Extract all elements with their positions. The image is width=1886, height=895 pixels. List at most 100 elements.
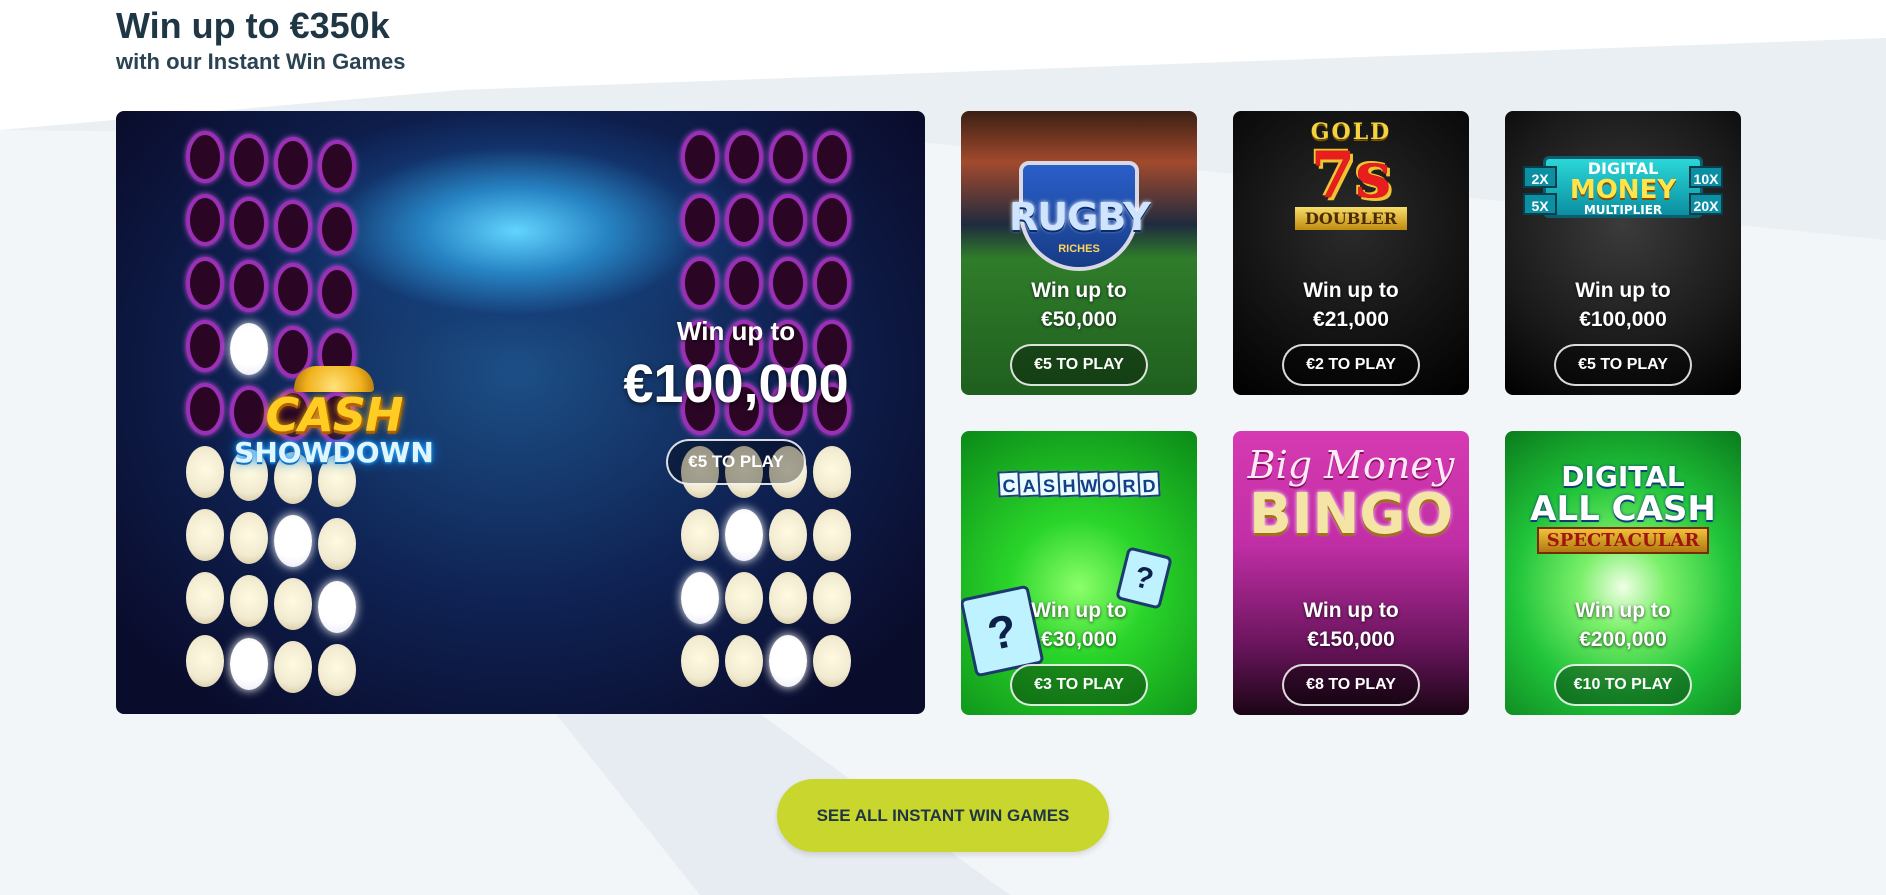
card-prize-info: Win up to €30,000 €3 TO PLAY: [961, 596, 1197, 706]
big-money-bingo-logo: Big Money BINGO: [1233, 443, 1469, 543]
stadium-light-dot: [769, 257, 807, 309]
stadium-light-dot: [186, 131, 224, 183]
rugby-logo-text: RUGBY: [1009, 195, 1151, 239]
spectacular-logo-text: SPECTACULAR: [1536, 527, 1710, 554]
card-win-label: Win up to: [1575, 599, 1671, 622]
card-prize-amount: €200,000: [1579, 628, 1667, 651]
card-play-button[interactable]: €5 TO PLAY: [1554, 344, 1692, 386]
card-prize-info: Win up to €150,000 €8 TO PLAY: [1233, 596, 1469, 706]
section-header: Win up to €350k with our Instant Win Gam…: [116, 4, 406, 76]
letter-tile: D: [1137, 470, 1161, 498]
game-card-cashword[interactable]: CASHWORD ? ? Win up to €30,000 €3 TO PLA…: [961, 431, 1197, 715]
sevens-logo-text: 7s: [1310, 138, 1392, 213]
bingo-logo-text: BINGO: [1249, 482, 1453, 547]
stadium-light-dot: [813, 194, 851, 246]
stadium-light-dot: [769, 131, 807, 183]
rugby-riches-logo: RUGBY RICHES: [961, 161, 1197, 271]
card-prize-info: Win up to €50,000 €5 TO PLAY: [961, 276, 1197, 386]
stadium-light-dot: [230, 134, 268, 186]
card-win-label: Win up to: [1575, 279, 1671, 302]
card-prize-info: Win up to €100,000 €5 TO PLAY: [1505, 276, 1741, 386]
card-win-label: Win up to: [1031, 279, 1127, 302]
hero-win-label: Win up to: [676, 316, 796, 346]
cash-showdown-logo: CASH SHOWDOWN: [224, 366, 444, 486]
stadium-light-dot: [725, 635, 763, 687]
card-play-button[interactable]: €5 TO PLAY: [1010, 344, 1148, 386]
hero-prize-amount: €100,000: [623, 354, 849, 414]
stadium-light-dot: [318, 140, 356, 192]
big-money-logo-text: Big Money: [1247, 443, 1455, 487]
stadium-light-dot: [274, 515, 312, 567]
stadium-light-dot: [230, 575, 268, 627]
stadium-light-dot: [186, 320, 224, 372]
game-card-gold-7s-doubler[interactable]: GOLD 7s DOUBLER Win up to €21,000 €2 TO …: [1233, 111, 1469, 395]
stadium-light-dot: [318, 266, 356, 318]
hero-play-button[interactable]: €5 TO PLAY: [666, 439, 806, 485]
stadium-light-dot: [318, 581, 356, 633]
stadium-light-dot: [186, 257, 224, 309]
card-win-label: Win up to: [1303, 279, 1399, 302]
stadium-light-dot: [274, 578, 312, 630]
card-prize-amount: €150,000: [1307, 628, 1395, 651]
digital-logo-text: DIGITAL: [1561, 460, 1685, 493]
see-all-instant-win-games-button[interactable]: SEE ALL INSTANT WIN GAMES: [777, 779, 1109, 852]
money-logo-text: MONEY: [1569, 175, 1677, 205]
stadium-light-dot: [681, 194, 719, 246]
game-card-digital-money-multiplier[interactable]: 2X 5X 10X 20X DIGITAL MONEY MULTIPLIER W…: [1505, 111, 1741, 395]
stadium-light-dot: [318, 644, 356, 696]
card-win-label: Win up to: [1303, 599, 1399, 622]
card-win-label: Win up to: [1031, 599, 1127, 622]
logo-line-showdown: SHOWDOWN: [234, 436, 434, 469]
stadium-light-dot: [274, 137, 312, 189]
card-play-button[interactable]: €10 TO PLAY: [1554, 664, 1692, 706]
stadium-light-dot: [186, 635, 224, 687]
stadium-light-dot: [725, 257, 763, 309]
stadium-light-dot: [318, 203, 356, 255]
stadium-light-dot: [725, 194, 763, 246]
card-prize-amount: €100,000: [1579, 308, 1667, 331]
game-card-rugby-riches[interactable]: RUGBY RICHES Win up to €50,000 €5 TO PLA…: [961, 111, 1197, 395]
game-card-big-money-bingo[interactable]: Big Money BINGO Win up to €150,000 €8 TO…: [1233, 431, 1469, 715]
cashword-logo: CASHWORD: [961, 470, 1197, 498]
stadium-light-dot: [769, 509, 807, 561]
card-prize-info: Win up to €200,000 €10 TO PLAY: [1505, 596, 1741, 706]
card-play-button[interactable]: €2 TO PLAY: [1282, 344, 1420, 386]
multiplier-logo-text: MULTIPLIER: [1583, 203, 1663, 217]
stadium-light-dot: [681, 509, 719, 561]
card-prize-info: Win up to €21,000 €2 TO PLAY: [1233, 276, 1469, 386]
stadium-light-dot: [274, 200, 312, 252]
stadium-light-dot: [230, 638, 268, 690]
stadium-light-dot: [274, 263, 312, 315]
card-play-button[interactable]: €8 TO PLAY: [1282, 664, 1420, 706]
stadium-light-dot: [725, 572, 763, 624]
stadium-light-dot: [186, 509, 224, 561]
stadium-light-dot: [681, 635, 719, 687]
stadium-light-dot: [769, 572, 807, 624]
stadium-light-dot: [681, 131, 719, 183]
doubler-logo-text: DOUBLER: [1294, 207, 1408, 230]
game-card-digital-all-cash-spectacular[interactable]: DIGITAL ALL CASH SPECTACULAR Win up to €…: [1505, 431, 1741, 715]
stadium-light-dot: [230, 197, 268, 249]
stadium-light-dot: [186, 194, 224, 246]
digital-money-multiplier-logo: 2X 5X 10X 20X DIGITAL MONEY MULTIPLIER: [1505, 131, 1741, 241]
section-title: Win up to €350k: [116, 5, 390, 46]
stadium-light-dot: [681, 257, 719, 309]
stadium-light-dot: [230, 260, 268, 312]
stadium-light-dot: [769, 635, 807, 687]
hero-game-card-cash-showdown[interactable]: CASH SHOWDOWN Win up to €100,000 €5 TO P…: [116, 111, 925, 714]
hero-prize-info: Win up to €100,000 €5 TO PLAY: [586, 316, 886, 485]
card-prize-amount: €30,000: [1041, 628, 1117, 651]
stadium-light-dot: [725, 131, 763, 183]
stadium-light-dot: [725, 509, 763, 561]
card-play-button[interactable]: €3 TO PLAY: [1010, 664, 1148, 706]
logo-text-group: DIGITAL MONEY MULTIPLIER: [1513, 161, 1733, 218]
card-prize-amount: €21,000: [1313, 308, 1389, 331]
stadium-light-dot: [186, 446, 224, 498]
all-cash-spectacular-logo: DIGITAL ALL CASH SPECTACULAR: [1505, 463, 1741, 554]
stadium-light-dot: [186, 383, 224, 435]
stadium-light-dot: [813, 635, 851, 687]
riches-logo-text: RICHES: [1058, 243, 1100, 255]
gold-7s-logo: GOLD 7s DOUBLER: [1233, 119, 1469, 230]
stadium-light-dot: [769, 194, 807, 246]
stadium-light-dot: [274, 641, 312, 693]
